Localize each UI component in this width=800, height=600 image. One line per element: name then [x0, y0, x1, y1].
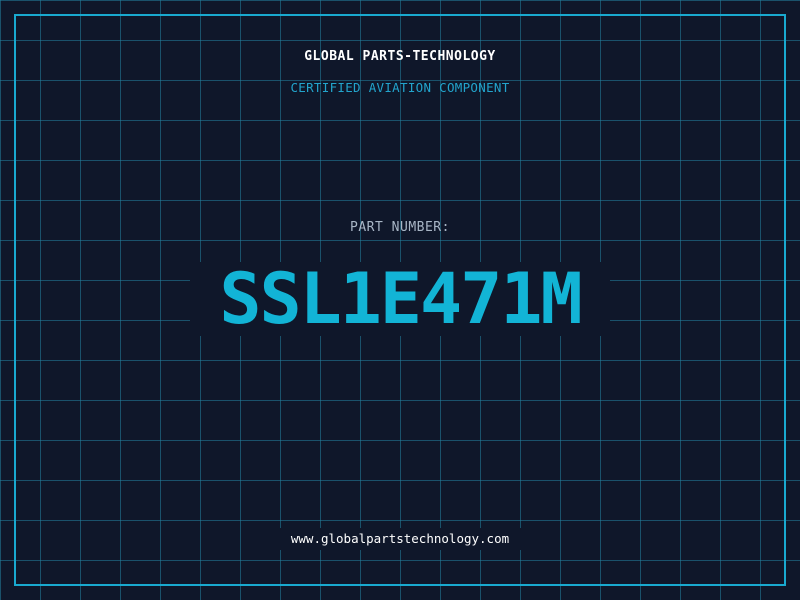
part-number-label: PART NUMBER: [350, 220, 450, 235]
website-url: www.globalpartstechnology.com [290, 531, 510, 546]
part-number-value: SSL1E471M [219, 258, 582, 340]
part-card: GLOBAL PARTS-TECHNOLOGY CERTIFIED AVIATI… [0, 0, 800, 600]
company-name: GLOBAL PARTS-TECHNOLOGY [304, 49, 496, 64]
certification-tagline: CERTIFIED AVIATION COMPONENT [290, 80, 510, 95]
